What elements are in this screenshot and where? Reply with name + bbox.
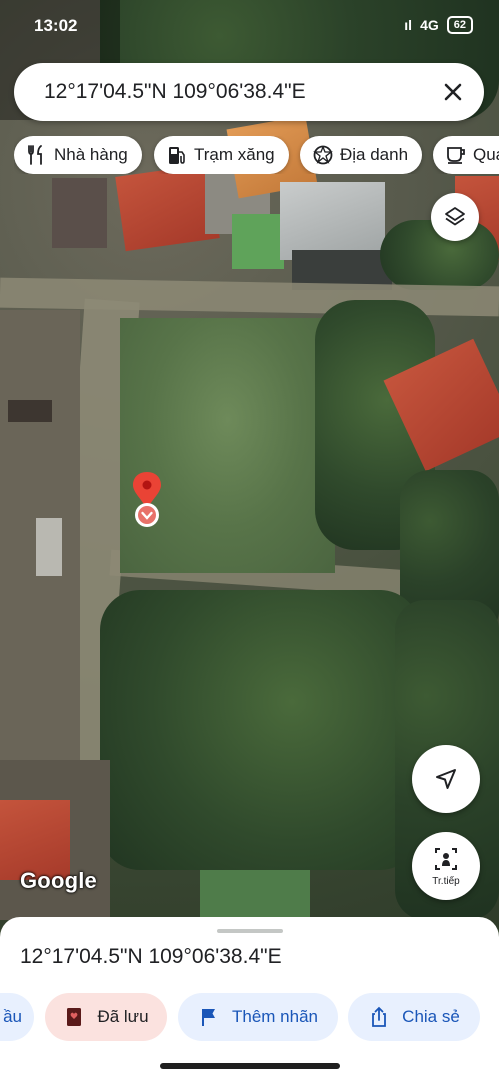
- map-field: [120, 318, 335, 573]
- map-vehicle: [8, 400, 52, 422]
- map-truck: [36, 518, 62, 576]
- network-label: 4G: [420, 17, 439, 33]
- chip-restaurants[interactable]: Nhà hàng: [14, 136, 142, 174]
- chip-coffee[interactable]: Quán cà phê: [433, 136, 499, 174]
- map-building-dark: [52, 178, 107, 248]
- dropped-pin-icon[interactable]: [130, 470, 164, 530]
- map-plantation: [100, 590, 420, 870]
- place-bottom-sheet[interactable]: 12°17'04.5"N 109°06'38.4"E ầu Đã lưu Thê…: [0, 917, 499, 1080]
- directions-button[interactable]: ầu: [0, 993, 34, 1041]
- saved-label: Đã lưu: [97, 1007, 149, 1026]
- sheet-drag-handle[interactable]: [217, 929, 283, 933]
- landmark-icon: [313, 145, 333, 165]
- navigation-button[interactable]: [412, 745, 480, 813]
- chip-label: Quán cà phê: [473, 145, 499, 164]
- street-view-button[interactable]: Tr.tiếp: [412, 832, 480, 900]
- chip-label: Trạm xăng: [194, 145, 275, 164]
- place-coordinates: 12°17'04.5"N 109°06'38.4"E: [20, 945, 282, 968]
- directions-label: ầu: [3, 1007, 22, 1026]
- search-query[interactable]: 12°17'04.5"N 109°06'38.4"E: [44, 80, 306, 104]
- share-icon: [372, 1006, 387, 1027]
- restaurant-icon: [28, 145, 42, 165]
- battery-icon: 62: [446, 16, 473, 34]
- street-view-label: Tr.tiếp: [432, 876, 460, 887]
- chip-gas-stations[interactable]: Trạm xăng: [154, 136, 289, 174]
- saved-button[interactable]: Đã lưu: [45, 993, 167, 1041]
- coffee-icon: [447, 147, 465, 164]
- google-logo: Google: [20, 868, 97, 893]
- share-button[interactable]: Chia sẻ: [348, 993, 480, 1041]
- home-indicator[interactable]: [160, 1063, 340, 1069]
- signal-icon: ıl: [404, 17, 413, 33]
- flag-icon: [202, 1009, 215, 1026]
- action-buttons-row: ầu Đã lưu Thêm nhãn Chia sẻ: [0, 993, 499, 1041]
- gas-station-icon: [169, 147, 185, 164]
- layers-button[interactable]: [431, 193, 479, 241]
- add-label-button[interactable]: Thêm nhãn: [178, 993, 338, 1041]
- chip-label: Địa danh: [340, 145, 409, 164]
- chip-landmarks[interactable]: Địa danh: [300, 136, 423, 174]
- map-building-bottom-green: [200, 870, 310, 920]
- category-chips: Nhà hàng Trạm xăng Địa danh Quán cà phê: [14, 136, 499, 174]
- layers-icon: [445, 207, 465, 226]
- map-building-white-roof: [280, 182, 385, 260]
- status-bar: 13:02 ıl 4G 62: [0, 0, 499, 50]
- navigation-arrow-icon: [436, 769, 456, 789]
- share-label: Chia sẻ: [402, 1007, 460, 1026]
- search-bar[interactable]: 12°17'04.5"N 109°06'38.4"E: [14, 63, 484, 121]
- street-view-icon: [435, 848, 457, 870]
- add-label-text: Thêm nhãn: [232, 1007, 318, 1026]
- status-time: 13:02: [34, 16, 78, 35]
- bookmark-saved-icon: [67, 1008, 82, 1026]
- close-icon[interactable]: [436, 75, 470, 109]
- chip-label: Nhà hàng: [54, 145, 128, 164]
- map-building-green-roof: [232, 214, 284, 269]
- status-icons: ıl 4G 62: [404, 16, 473, 34]
